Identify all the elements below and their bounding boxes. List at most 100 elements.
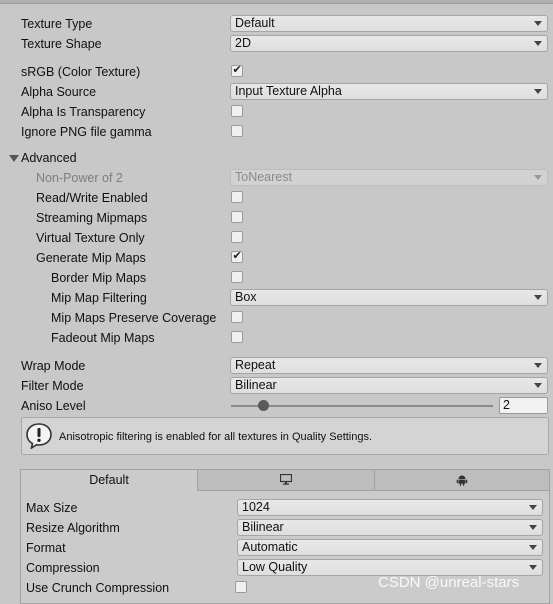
chevron-down-icon bbox=[529, 565, 537, 570]
aniso-slider-track[interactable] bbox=[231, 405, 493, 407]
ignore-png-gamma-row: Ignore PNG file gamma bbox=[0, 122, 553, 142]
tab-standalone[interactable] bbox=[197, 470, 374, 491]
read-write-checkbox[interactable] bbox=[231, 191, 243, 203]
preserve-coverage-row: Mip Maps Preserve Coverage bbox=[0, 308, 553, 328]
non-power-of-2-dropdown: ToNearest bbox=[230, 169, 548, 186]
non-power-of-2-label: Non-Power of 2 bbox=[36, 171, 123, 185]
generate-mip-maps-checkbox[interactable]: ✔ bbox=[231, 250, 243, 263]
alpha-source-label: Alpha Source bbox=[21, 85, 97, 99]
texture-type-value: Default bbox=[235, 16, 275, 30]
srgb-row: sRGB (Color Texture) ✔ bbox=[0, 62, 553, 82]
texture-type-label: Texture Type bbox=[21, 17, 93, 31]
alpha-is-transparency-row: Alpha Is Transparency bbox=[0, 102, 553, 122]
preserve-coverage-checkbox[interactable] bbox=[231, 311, 243, 323]
wrap-mode-label: Wrap Mode bbox=[21, 359, 86, 373]
aniso-level-value: 2 bbox=[503, 398, 510, 412]
foldout-expanded-icon bbox=[9, 155, 19, 162]
non-power-of-2-value: ToNearest bbox=[235, 170, 292, 184]
format-dropdown[interactable]: Automatic bbox=[237, 539, 543, 556]
chevron-down-icon bbox=[534, 175, 542, 180]
mip-map-filtering-label: Mip Map Filtering bbox=[51, 291, 147, 305]
alpha-source-value: Input Texture Alpha bbox=[235, 84, 342, 98]
resize-algorithm-value: Bilinear bbox=[242, 520, 284, 534]
texture-shape-row: Texture Shape 2D bbox=[0, 34, 553, 54]
border-mip-maps-checkbox[interactable] bbox=[231, 271, 243, 283]
chevron-down-icon bbox=[529, 525, 537, 530]
help-text: Anisotropic filtering is enabled for all… bbox=[59, 431, 373, 443]
use-crunch-checkbox[interactable] bbox=[235, 581, 247, 593]
border-mip-maps-row: Border Mip Maps bbox=[0, 268, 553, 288]
format-label: Format bbox=[26, 541, 66, 555]
watermark: CSDN @unreal-stars bbox=[378, 574, 520, 591]
max-size-dropdown[interactable]: 1024 bbox=[237, 499, 543, 516]
virtual-texture-row: Virtual Texture Only bbox=[0, 228, 553, 248]
wrap-mode-value: Repeat bbox=[235, 358, 276, 372]
chevron-down-icon bbox=[534, 41, 542, 46]
max-size-label: Max Size bbox=[26, 501, 78, 515]
wrap-mode-dropdown[interactable]: Repeat bbox=[230, 357, 548, 374]
resize-algorithm-row: Resize Algorithm Bilinear bbox=[21, 518, 549, 538]
read-write-label: Read/Write Enabled bbox=[36, 191, 148, 205]
mip-map-filtering-dropdown[interactable]: Box bbox=[230, 289, 548, 306]
format-value: Automatic bbox=[242, 540, 298, 554]
filter-mode-dropdown[interactable]: Bilinear bbox=[230, 377, 548, 394]
fadeout-mip-maps-label: Fadeout Mip Maps bbox=[51, 331, 155, 345]
texture-shape-value: 2D bbox=[235, 36, 251, 50]
fadeout-mip-maps-row: Fadeout Mip Maps bbox=[0, 328, 553, 348]
chevron-down-icon bbox=[534, 295, 542, 300]
advanced-foldout[interactable]: Advanced bbox=[0, 148, 553, 168]
monitor-icon bbox=[280, 474, 292, 485]
checkmark-icon: ✔ bbox=[232, 250, 242, 262]
wrap-mode-row: Wrap Mode Repeat bbox=[0, 356, 553, 376]
texture-shape-dropdown[interactable]: 2D bbox=[230, 35, 548, 52]
streaming-mipmaps-checkbox[interactable] bbox=[231, 211, 243, 223]
aniso-level-row: Aniso Level 2 bbox=[0, 396, 553, 416]
srgb-checkbox[interactable]: ✔ bbox=[231, 64, 243, 77]
alpha-source-row: Alpha Source Input Texture Alpha bbox=[0, 82, 553, 102]
top-border bbox=[0, 0, 553, 4]
aniso-slider-handle[interactable] bbox=[258, 400, 270, 411]
alpha-is-transparency-label: Alpha Is Transparency bbox=[21, 105, 146, 119]
tab-android[interactable] bbox=[374, 470, 549, 491]
chevron-down-icon bbox=[534, 89, 542, 94]
tab-default[interactable]: Default bbox=[21, 470, 197, 491]
read-write-row: Read/Write Enabled bbox=[0, 188, 553, 208]
srgb-label: sRGB (Color Texture) bbox=[21, 65, 141, 79]
border-mip-maps-label: Border Mip Maps bbox=[51, 271, 147, 285]
chevron-down-icon bbox=[534, 383, 542, 388]
resize-algorithm-dropdown[interactable]: Bilinear bbox=[237, 519, 543, 536]
resize-algorithm-label: Resize Algorithm bbox=[26, 521, 120, 535]
max-size-row: Max Size 1024 bbox=[21, 498, 549, 518]
alpha-source-dropdown[interactable]: Input Texture Alpha bbox=[230, 83, 548, 100]
ignore-png-gamma-checkbox[interactable] bbox=[231, 125, 243, 137]
filter-mode-label: Filter Mode bbox=[21, 379, 84, 393]
help-box: Anisotropic filtering is enabled for all… bbox=[21, 417, 549, 455]
chevron-down-icon bbox=[534, 363, 542, 368]
mip-map-filtering-value: Box bbox=[235, 290, 257, 304]
preserve-coverage-label: Mip Maps Preserve Coverage bbox=[51, 311, 217, 325]
platform-tabs: Default bbox=[21, 470, 549, 491]
virtual-texture-label: Virtual Texture Only bbox=[36, 231, 145, 245]
compression-label: Compression bbox=[26, 561, 100, 575]
fadeout-mip-maps-checkbox[interactable] bbox=[231, 331, 243, 343]
info-icon bbox=[26, 423, 52, 449]
generate-mip-maps-row: Generate Mip Maps ✔ bbox=[0, 248, 553, 268]
aniso-level-field[interactable]: 2 bbox=[499, 397, 548, 414]
filter-mode-row: Filter Mode Bilinear bbox=[0, 376, 553, 396]
advanced-label: Advanced bbox=[21, 151, 77, 165]
compression-value: Low Quality bbox=[242, 560, 308, 574]
virtual-texture-checkbox[interactable] bbox=[231, 231, 243, 243]
mip-map-filtering-row: Mip Map Filtering Box bbox=[0, 288, 553, 308]
ignore-png-gamma-label: Ignore PNG file gamma bbox=[21, 125, 152, 139]
max-size-value: 1024 bbox=[242, 500, 270, 514]
texture-type-row: Texture Type Default bbox=[0, 14, 553, 34]
format-row: Format Automatic bbox=[21, 538, 549, 558]
alpha-is-transparency-checkbox[interactable] bbox=[231, 105, 243, 117]
texture-type-dropdown[interactable]: Default bbox=[230, 15, 548, 32]
streaming-mipmaps-label: Streaming Mipmaps bbox=[36, 211, 148, 225]
non-power-of-2-row: Non-Power of 2 ToNearest bbox=[0, 168, 553, 188]
generate-mip-maps-label: Generate Mip Maps bbox=[36, 251, 146, 265]
android-icon bbox=[456, 475, 468, 486]
use-crunch-label: Use Crunch Compression bbox=[26, 581, 170, 595]
texture-shape-label: Texture Shape bbox=[21, 37, 102, 51]
